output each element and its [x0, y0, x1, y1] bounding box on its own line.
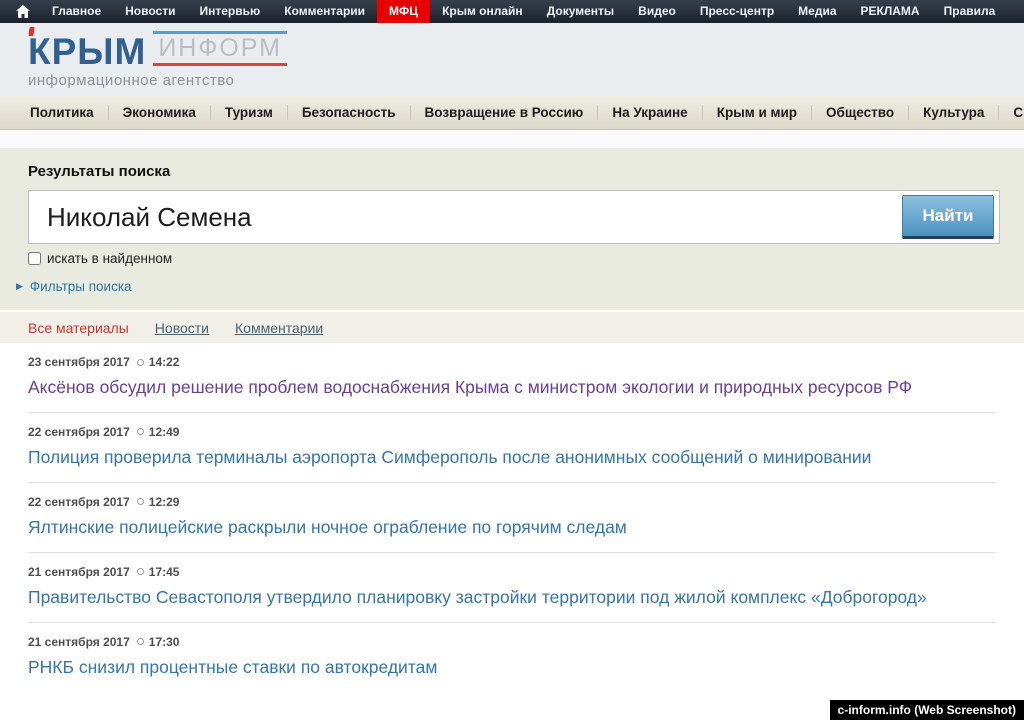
search-results-list: 23 сентября 2017 14:22 Аксёнов обсудил р… — [0, 343, 1024, 691]
result-date: 21 сентября 2017 — [28, 565, 130, 579]
catnav-item-obshchestvo[interactable]: Общество — [812, 105, 909, 120]
search-results-heading: Результаты поиска — [28, 163, 1000, 180]
category-navigation: Политика Экономика Туризм Безопасность В… — [0, 95, 1024, 130]
tab-news[interactable]: Новости — [155, 320, 209, 336]
screenshot-watermark: c-inform.info (Web Screenshot) — [830, 700, 1024, 720]
catnav-item-kultura[interactable]: Культура — [909, 105, 999, 120]
result-title-link[interactable]: РНКБ снизил процентные ставки по автокре… — [28, 657, 437, 679]
search-results-section: Результаты поиска Найти искать в найденн… — [0, 148, 1024, 310]
logo-krym-text: КРЫМ — [28, 34, 146, 69]
topnav-item-press-centr[interactable]: Пресс-центр — [688, 0, 786, 23]
triangle-right-icon: ▶ — [16, 281, 23, 292]
topnav-item-krym-online[interactable]: Крым онлайн — [430, 0, 535, 23]
topnav-item-mfc[interactable]: МФЦ — [377, 0, 430, 23]
result-time: 17:45 — [149, 565, 180, 579]
results-tabs: Все материалы Новости Комментарии — [0, 310, 1024, 343]
logo-inform-text: ИНФОРМ — [153, 31, 287, 66]
result-item: 21 сентября 2017 17:45 Правительство Сев… — [28, 553, 996, 623]
result-title-link[interactable]: Правительство Севастополя утвердило план… — [28, 587, 927, 609]
catnav-item-vozvrashchenie[interactable]: Возвращение в Россию — [411, 105, 599, 120]
catnav-item-ekonomika[interactable]: Экономика — [109, 105, 211, 120]
search-input[interactable] — [29, 202, 902, 233]
result-item: 22 сентября 2017 12:29 Ялтинские полицей… — [28, 483, 996, 553]
clock-icon — [137, 638, 144, 645]
search-box: Найти — [28, 190, 1000, 244]
result-title-link[interactable]: Полиция проверила терминалы аэропорта Си… — [28, 447, 871, 469]
topnav-item-video[interactable]: Видео — [626, 0, 688, 23]
result-item: 22 сентября 2017 12:49 Полиция проверила… — [28, 413, 996, 483]
result-date: 21 сентября 2017 — [28, 635, 130, 649]
result-item: 21 сентября 2017 17:30 РНКБ снизил проце… — [28, 623, 996, 692]
home-icon[interactable] — [6, 0, 40, 23]
spacer-strip — [0, 130, 1024, 148]
result-time: 12:49 — [149, 425, 180, 439]
result-meta: 22 сентября 2017 12:49 — [28, 425, 996, 439]
tab-comments[interactable]: Комментарии — [235, 320, 323, 336]
catnav-item-bezopasnost[interactable]: Безопасность — [288, 105, 411, 120]
topnav-item-pravila[interactable]: Правила — [932, 0, 1008, 23]
search-in-found-checkbox[interactable] — [28, 252, 41, 265]
catnav-item-politika[interactable]: Политика — [16, 105, 109, 120]
result-date: 22 сентября 2017 — [28, 425, 130, 439]
result-item: 23 сентября 2017 14:22 Аксёнов обсудил р… — [28, 343, 996, 413]
top-navigation-bar: Главное Новости Интервью Комментарии МФЦ… — [0, 0, 1024, 23]
result-meta: 22 сентября 2017 12:29 — [28, 495, 996, 509]
result-meta: 21 сентября 2017 17:45 — [28, 565, 996, 579]
result-time: 17:30 — [149, 635, 180, 649]
catnav-item-sport[interactable]: Спорт — [999, 105, 1024, 120]
site-logo[interactable]: КРЫМ ИНФОРМ — [28, 31, 1024, 69]
topnav-item-kommentarii[interactable]: Комментарии — [272, 0, 377, 23]
result-time: 14:22 — [149, 355, 180, 369]
topnav-item-dokumenty[interactable]: Документы — [535, 0, 626, 23]
search-filters-link[interactable]: Фильтры поиска — [30, 279, 132, 294]
result-title-link[interactable]: Аксёнов обсудил решение проблем водоснаб… — [28, 377, 912, 399]
search-in-found-label: искать в найденном — [47, 251, 172, 266]
topnav-item-reklama[interactable]: РЕКЛАМА — [849, 0, 932, 23]
clock-icon — [137, 568, 144, 575]
topnav-item-media[interactable]: Медиа — [786, 0, 848, 23]
search-submit-button[interactable]: Найти — [902, 195, 994, 239]
home-icon-glyph — [16, 5, 30, 18]
logo-tagline: информационное агентство — [28, 72, 1024, 89]
topnav-item-intervyu[interactable]: Интервью — [187, 0, 272, 23]
search-filters-row: ▶ Фильтры поиска — [16, 279, 1000, 294]
result-meta: 23 сентября 2017 14:22 — [28, 355, 996, 369]
result-title-link[interactable]: Ялтинские полицейские раскрыли ночное ог… — [28, 517, 627, 539]
topnav-item-glavnoe[interactable]: Главное — [40, 0, 113, 23]
result-time: 12:29 — [149, 495, 180, 509]
clock-icon — [137, 359, 144, 366]
clock-icon — [137, 498, 144, 505]
tab-all-materials[interactable]: Все материалы — [28, 320, 129, 336]
result-date: 23 сентября 2017 — [28, 355, 130, 369]
catnav-item-krym-i-mir[interactable]: Крым и мир — [703, 105, 812, 120]
clock-icon — [137, 428, 144, 435]
site-header: КРЫМ ИНФОРМ информационное агентство — [0, 23, 1024, 95]
search-in-found-option[interactable]: искать в найденном — [28, 251, 1000, 266]
catnav-item-na-ukraine[interactable]: На Украине — [598, 105, 702, 120]
catnav-item-turizm[interactable]: Туризм — [211, 105, 288, 120]
topnav-item-novosti[interactable]: Новости — [113, 0, 187, 23]
result-date: 22 сентября 2017 — [28, 495, 130, 509]
result-meta: 21 сентября 2017 17:30 — [28, 635, 996, 649]
